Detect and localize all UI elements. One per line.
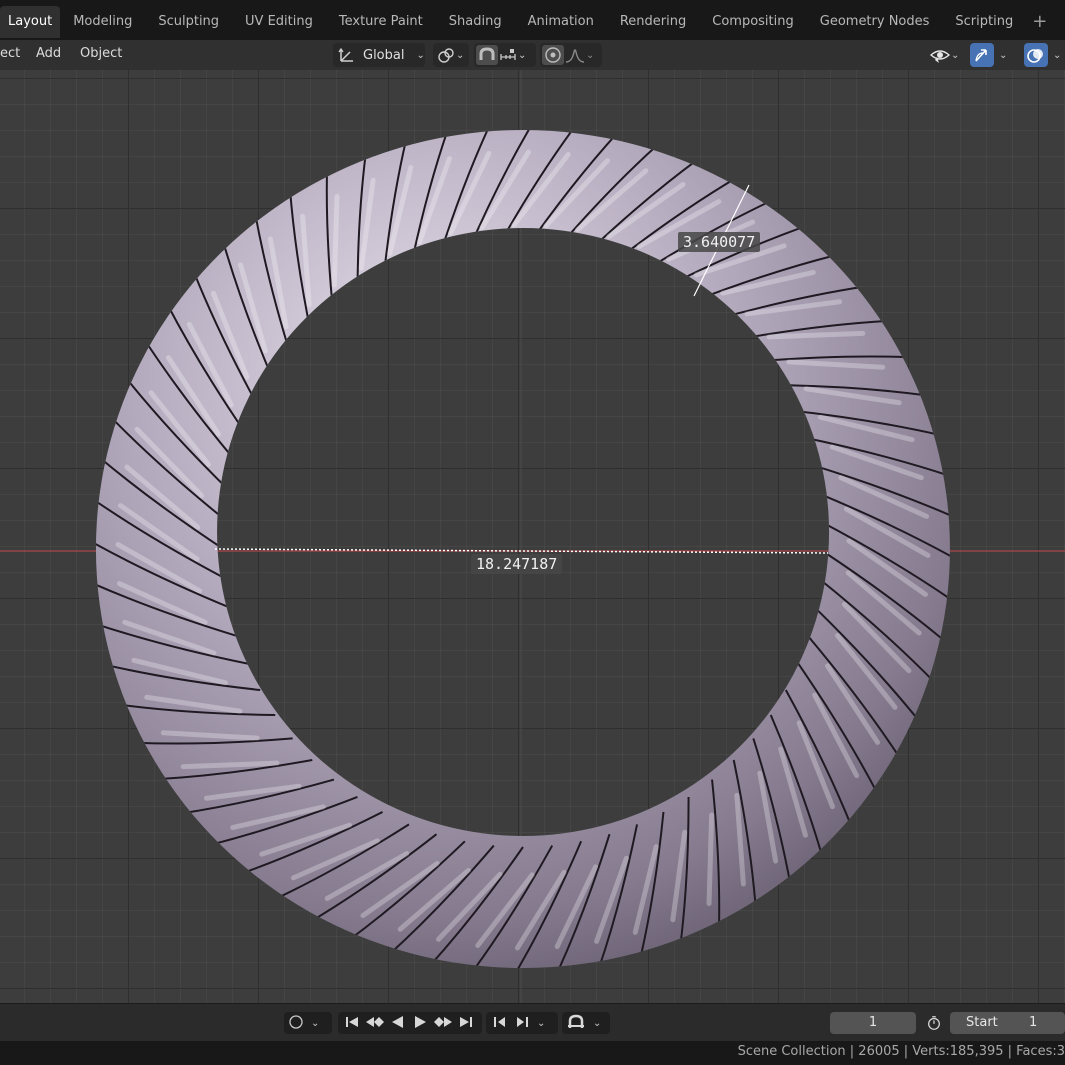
chevron-down-icon: ⌄ bbox=[1053, 49, 1062, 61]
chevron-down-icon[interactable]: ⌄ bbox=[518, 50, 526, 61]
start-frame-value: 1 bbox=[1029, 1015, 1038, 1030]
rope-ring-mesh[interactable] bbox=[88, 122, 958, 978]
play-reverse-icon[interactable] bbox=[388, 1014, 408, 1033]
visibility-dropdown[interactable]: ⌄ bbox=[926, 43, 966, 67]
chevron-down-icon: ⌄ bbox=[999, 49, 1008, 61]
start-frame-field[interactable]: Start 1 bbox=[950, 1012, 1065, 1034]
tab-layout[interactable]: Layout bbox=[0, 6, 61, 38]
tab-compositing[interactable]: Compositing bbox=[699, 6, 807, 38]
menu-select[interactable]: ect bbox=[0, 40, 20, 70]
overlay-icon bbox=[1025, 46, 1047, 64]
gizmo-toggle[interactable] bbox=[970, 43, 994, 67]
frame-step-group: ⌄ bbox=[486, 1012, 558, 1034]
thickness-measure-label: 3.640077 bbox=[678, 232, 761, 252]
pivot-icon bbox=[436, 46, 456, 64]
tab-rendering[interactable]: Rendering bbox=[607, 6, 699, 38]
rope-strand-highlight bbox=[180, 760, 280, 770]
chevron-down-icon[interactable]: ⌄ bbox=[311, 1018, 319, 1029]
next-keyframe-icon[interactable] bbox=[432, 1014, 454, 1033]
rope-strand-highlight bbox=[706, 812, 715, 907]
current-frame-field[interactable]: 1 bbox=[830, 1012, 916, 1034]
workspace-tabs: Layout Modeling Sculpting UV Editing Texture… bbox=[0, 6, 1026, 38]
rope-strand-highlight bbox=[331, 193, 340, 288]
snapping-group: ⌄ bbox=[474, 43, 536, 67]
chevron-down-icon[interactable]: ⌄ bbox=[586, 50, 594, 61]
stopwatch-icon[interactable] bbox=[922, 1012, 946, 1034]
add-tab-icon[interactable]: + bbox=[1026, 6, 1053, 38]
chevron-down-icon[interactable]: ⌄ bbox=[593, 1018, 601, 1029]
menu-object[interactable]: Object bbox=[80, 40, 122, 70]
tab-texture-paint[interactable]: Texture Paint bbox=[326, 6, 436, 38]
transform-orientation-value: Global bbox=[363, 47, 405, 63]
viewport-header: ect Add Object Global ⌄ ⌄ ⌄ ⌄ ⌄ ⌄ ⌄ bbox=[0, 40, 1065, 70]
gizmo-dropdown[interactable]: ⌄ bbox=[996, 43, 1016, 67]
proportional-editing-group: ⌄ bbox=[540, 43, 602, 67]
chevron-down-icon[interactable]: ⌄ bbox=[537, 1018, 545, 1029]
next-frame-icon[interactable] bbox=[512, 1014, 532, 1033]
menu-add[interactable]: Add bbox=[36, 40, 61, 70]
viewport-canvas bbox=[0, 70, 1065, 1003]
tab-animation[interactable]: Animation bbox=[515, 6, 607, 38]
jump-end-icon[interactable] bbox=[456, 1014, 476, 1033]
play-icon[interactable] bbox=[410, 1014, 430, 1033]
tab-geometry-nodes[interactable]: Geometry Nodes bbox=[807, 6, 943, 38]
scene-statistics: Scene Collection | 26005 | Verts:185,395… bbox=[737, 1044, 1065, 1059]
overlay-toggle[interactable] bbox=[1024, 43, 1048, 67]
start-frame-label: Start bbox=[966, 1015, 998, 1030]
prev-frame-icon[interactable] bbox=[490, 1014, 510, 1033]
falloff-icon[interactable] bbox=[564, 46, 586, 64]
tab-sculpting[interactable]: Sculpting bbox=[145, 6, 232, 38]
gizmo-icon bbox=[971, 46, 993, 64]
snap-icon[interactable] bbox=[476, 45, 498, 65]
chevron-down-icon: ⌄ bbox=[951, 49, 960, 61]
overlay-dropdown[interactable]: ⌄ bbox=[1050, 43, 1065, 67]
diameter-measure-label: 18.247187 bbox=[471, 554, 563, 574]
3d-viewport[interactable]: 18.247187 3.640077 bbox=[0, 70, 1065, 1003]
tab-modeling[interactable]: Modeling bbox=[60, 6, 145, 38]
chevron-down-icon: ⌄ bbox=[416, 49, 425, 61]
transform-orientation-dropdown[interactable]: Global ⌄ bbox=[333, 43, 425, 67]
auto-keying-group: ⌄ bbox=[284, 1012, 332, 1034]
snap-target-icon[interactable] bbox=[498, 46, 518, 64]
playback-controls bbox=[338, 1012, 482, 1034]
proportional-edit-icon[interactable] bbox=[542, 45, 564, 65]
workspace-tabbar: Layout Modeling Sculpting UV Editing Texture… bbox=[0, 0, 1065, 40]
record-icon[interactable] bbox=[288, 1014, 304, 1033]
rope-strand-highlight bbox=[766, 330, 866, 340]
prev-keyframe-icon[interactable] bbox=[364, 1014, 386, 1033]
tab-shading[interactable]: Shading bbox=[436, 6, 515, 38]
chevron-down-icon: ⌄ bbox=[456, 49, 465, 61]
jump-start-icon[interactable] bbox=[342, 1014, 362, 1033]
visibility-icon bbox=[929, 46, 951, 64]
pivot-point-dropdown[interactable]: ⌄ bbox=[433, 43, 469, 67]
auto-key-icon[interactable] bbox=[566, 1014, 586, 1033]
tab-scripting[interactable]: Scripting bbox=[942, 6, 1026, 38]
timeline-bar: ⌄ ⌄ ⌄ 1 Start 1 bbox=[0, 1003, 1065, 1041]
keying-group: ⌄ bbox=[562, 1012, 610, 1034]
tab-uv-editing[interactable]: UV Editing bbox=[232, 6, 326, 38]
status-bar: Scene Collection | 26005 | Verts:185,395… bbox=[0, 1041, 1065, 1065]
transform-orientation-icon bbox=[337, 46, 357, 64]
